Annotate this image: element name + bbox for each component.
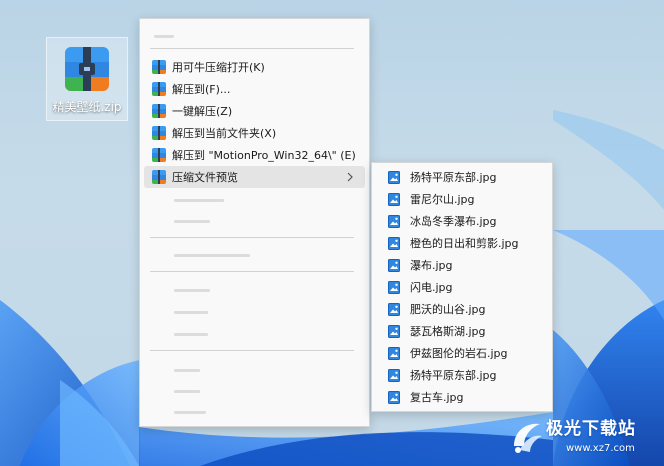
menu-separator — [150, 237, 354, 238]
menu-placeholder-line — [174, 254, 250, 257]
archive-icon — [152, 60, 166, 74]
archive-icon — [152, 170, 166, 184]
submenu-item-label: 瀑布.jpg — [410, 259, 453, 272]
menu-item-open-with-keniu[interactable]: 用可牛压缩打开(K) — [144, 56, 365, 78]
menu-separator — [150, 48, 354, 49]
image-file-icon — [388, 192, 400, 206]
submenu-item-file[interactable]: 复古车.jpg — [376, 386, 548, 408]
menu-item-label: 压缩文件预览 — [172, 171, 238, 184]
image-file-icon — [388, 324, 400, 338]
menu-placeholder-line — [174, 333, 208, 336]
menu-item-archive-preview[interactable]: 压缩文件预览 — [144, 166, 365, 188]
submenu-item-label: 闪电.jpg — [410, 281, 453, 294]
archive-icon — [152, 82, 166, 96]
menu-placeholder-line — [174, 369, 200, 372]
watermark-url: www.xz7.com — [566, 443, 635, 454]
image-file-icon — [388, 214, 400, 228]
submenu-item-file[interactable]: 橙色的日出和剪影.jpg — [376, 232, 548, 254]
menu-item-one-click-extract[interactable]: 一键解压(Z) — [144, 100, 365, 122]
menu-separator — [150, 271, 354, 272]
desktop-file-label: 精美壁纸.zip — [52, 100, 122, 114]
menu-item-label: 解压到当前文件夹(X) — [172, 127, 277, 140]
image-file-icon — [388, 390, 400, 404]
submenu-item-file[interactable]: 肥沃的山谷.jpg — [376, 298, 548, 320]
archive-icon — [152, 104, 166, 118]
submenu-item-label: 瑟瓦格斯湖.jpg — [410, 325, 486, 338]
submenu-item-file[interactable]: 冰岛冬季瀑布.jpg — [376, 210, 548, 232]
menu-placeholder-line — [174, 390, 200, 393]
submenu-item-label: 扬特平原东部.jpg — [410, 369, 497, 382]
menu-separator — [150, 350, 354, 351]
image-file-icon — [388, 280, 400, 294]
submenu-item-file[interactable]: 闪电.jpg — [376, 276, 548, 298]
archive-icon — [152, 126, 166, 140]
site-watermark: 极光下载站 www.xz7.com — [508, 412, 658, 462]
submenu-item-file[interactable]: 扬特平原东部.jpg — [376, 166, 548, 188]
menu-item-label: 用可牛压缩打开(K) — [172, 61, 265, 74]
submenu-item-label: 复古车.jpg — [410, 391, 464, 404]
aurora-logo-icon — [514, 423, 542, 453]
submenu-item-label: 橙色的日出和剪影.jpg — [410, 237, 519, 250]
chevron-right-icon — [347, 172, 353, 182]
image-file-icon — [388, 368, 400, 382]
archive-icon — [152, 148, 166, 162]
submenu-item-file[interactable]: 瀑布.jpg — [376, 254, 548, 276]
image-file-icon — [388, 170, 400, 184]
menu-placeholder-line — [174, 289, 210, 292]
menu-placeholder-line — [174, 220, 210, 223]
submenu-item-label: 雷尼尔山.jpg — [410, 193, 475, 206]
context-menu: 用可牛压缩打开(K) 解压到(F)... 一键解压(Z) 解压到当前文件夹(X)… — [139, 18, 370, 427]
image-file-icon — [388, 236, 400, 250]
image-file-icon — [388, 302, 400, 316]
submenu-item-label: 肥沃的山谷.jpg — [410, 303, 486, 316]
menu-item-label: 解压到(F)... — [172, 83, 231, 96]
submenu-item-label: 伊兹图伦的岩石.jpg — [410, 347, 508, 360]
submenu-item-label: 扬特平原东部.jpg — [410, 171, 497, 184]
menu-item-label: 解压到 "MotionPro_Win32_64\" (E) — [172, 149, 356, 162]
image-file-icon — [388, 346, 400, 360]
archive-preview-submenu: 扬特平原东部.jpg 雷尼尔山.jpg 冰岛冬季瀑布.jpg 橙色的日出和剪影.… — [371, 162, 553, 412]
submenu-item-file[interactable]: 扬特平原东部.jpg — [376, 364, 548, 386]
watermark-brand: 极光下载站 — [546, 419, 636, 439]
image-file-icon — [388, 258, 400, 272]
submenu-item-file[interactable]: 雷尼尔山.jpg — [376, 188, 548, 210]
menu-placeholder-line — [154, 35, 174, 38]
menu-placeholder-line — [174, 411, 206, 414]
menu-placeholder-line — [174, 199, 224, 202]
archive-icon — [65, 47, 109, 91]
submenu-item-label: 冰岛冬季瀑布.jpg — [410, 215, 497, 228]
submenu-item-file[interactable]: 伊兹图伦的岩石.jpg — [376, 342, 548, 364]
menu-item-extract-to[interactable]: 解压到(F)... — [144, 78, 365, 100]
menu-placeholder-line — [174, 311, 208, 314]
menu-item-extract-to-folder[interactable]: 解压到 "MotionPro_Win32_64\" (E) — [144, 144, 365, 166]
menu-item-label: 一键解压(Z) — [172, 105, 233, 118]
desktop-file-icon[interactable]: 精美壁纸.zip — [46, 37, 128, 121]
menu-item-extract-here[interactable]: 解压到当前文件夹(X) — [144, 122, 365, 144]
submenu-item-file[interactable]: 瑟瓦格斯湖.jpg — [376, 320, 548, 342]
